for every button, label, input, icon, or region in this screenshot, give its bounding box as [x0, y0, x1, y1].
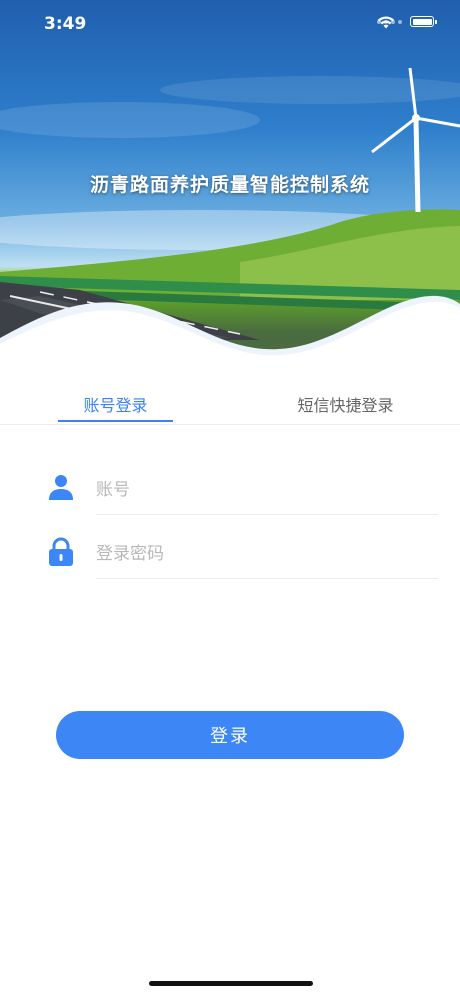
status-bar: 3:49 [0, 0, 460, 50]
password-input[interactable] [96, 530, 438, 579]
status-icons [377, 16, 437, 29]
app-title: 沥青路面养护质量智能控制系统 [89, 174, 370, 196]
password-field [48, 530, 438, 580]
account-input[interactable] [96, 466, 438, 515]
battery-icon [410, 16, 437, 27]
header-banner: 3:49 沥青路面养护质量智能控制系统 [0, 0, 460, 370]
status-time: 3:49 [44, 14, 87, 34]
login-tabs: 账号登录 短信快捷登录 [0, 380, 460, 425]
lock-icon [49, 537, 73, 566]
user-icon [49, 475, 73, 500]
active-tab-indicator [58, 420, 173, 422]
tab-sms-login[interactable]: 短信快捷登录 [288, 392, 403, 416]
wifi-icon [377, 16, 395, 29]
tab-account-login[interactable]: 账号登录 [58, 392, 173, 416]
home-indicator [149, 981, 313, 986]
account-field [48, 466, 438, 516]
login-button[interactable]: 登录 [56, 711, 404, 759]
